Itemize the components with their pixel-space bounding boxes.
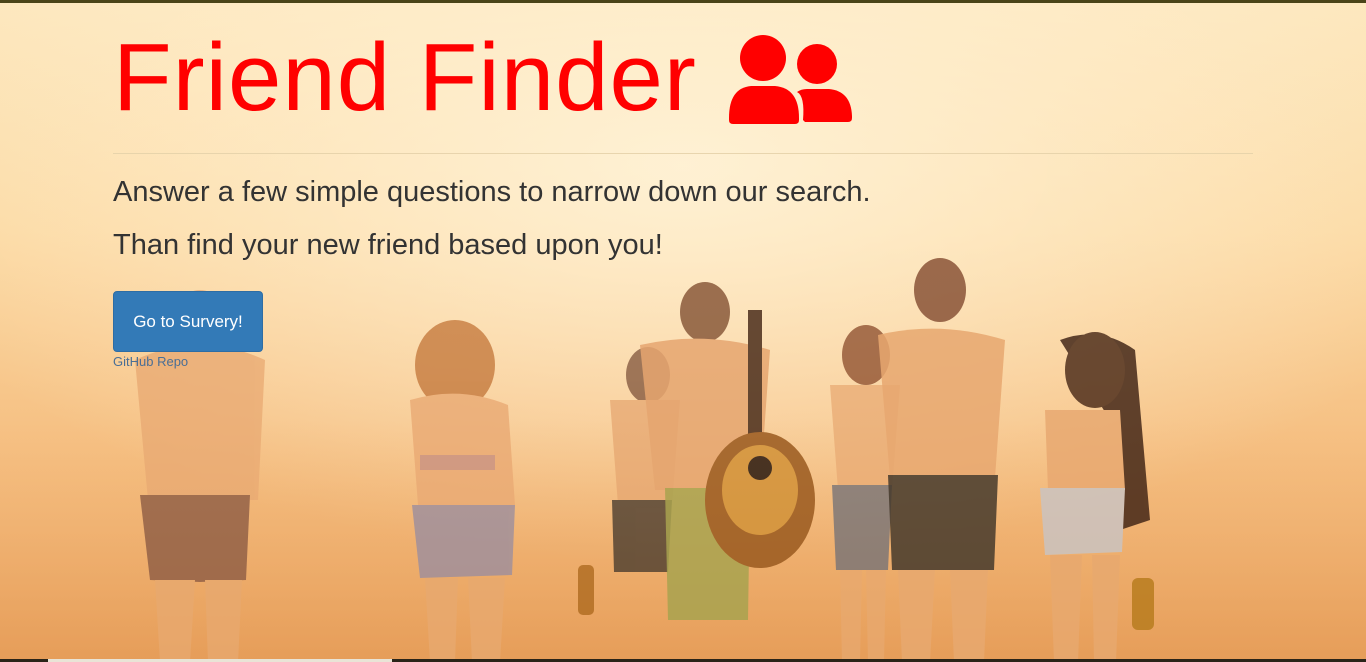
divider <box>113 153 1253 154</box>
page-title: Friend Finder <box>113 24 697 131</box>
title-row: Friend Finder <box>113 28 1253 128</box>
github-repo-link[interactable]: GitHub Repo <box>113 354 1253 370</box>
page: Friend Finder Answer a few simple questi… <box>0 0 1366 662</box>
go-to-survey-button[interactable]: Go to Survery! <box>113 291 263 352</box>
users-icon <box>728 35 852 124</box>
intro-line-2: Than find your new friend based upon you… <box>113 229 663 261</box>
jumbotron: Friend Finder Answer a few simple questi… <box>113 0 1253 370</box>
intro-line-1: Answer a few simple questions to narrow … <box>113 176 871 208</box>
